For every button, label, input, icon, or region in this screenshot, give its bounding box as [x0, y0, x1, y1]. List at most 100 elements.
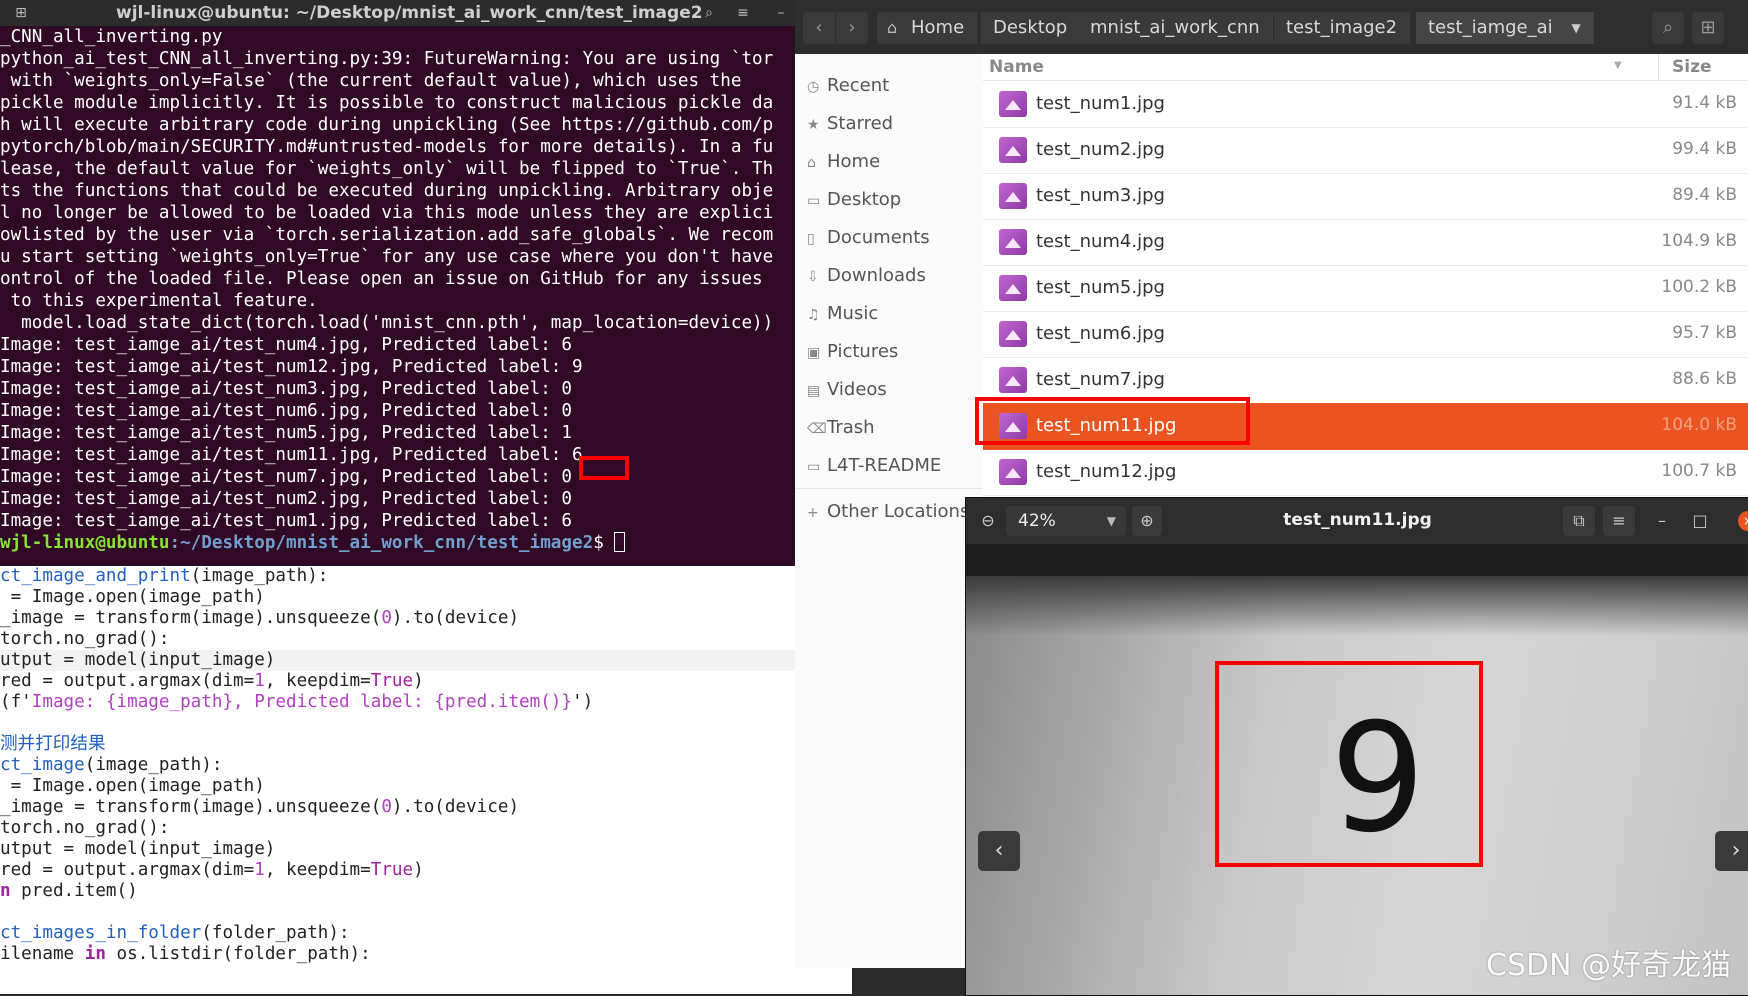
- terminal-line: u start setting `weights_only=True` for …: [0, 247, 774, 267]
- viewed-image: 9 ‹ ›: [966, 576, 1748, 995]
- terminal-window[interactable]: ⊞ wjl-linux@ubuntu: ~/Desktop/mnist_ai_w…: [0, 0, 795, 566]
- image-file-icon: [999, 137, 1027, 163]
- sidebar-item-desktop[interactable]: ▭ Desktop: [807, 184, 901, 216]
- plus-icon: +: [807, 505, 819, 521]
- sidebar-item-music[interactable]: ♫ Music: [807, 298, 878, 330]
- previous-image-button[interactable]: ‹: [978, 831, 1020, 871]
- image-file-icon: [999, 459, 1027, 485]
- sidebar-item-recent[interactable]: ◷ Recent: [807, 70, 889, 102]
- trash-icon: ⌫: [807, 421, 827, 437]
- file-name: test_num6.jpg: [1036, 323, 1165, 344]
- file-list[interactable]: Name ▼ Size test_num1.jpg 91.4 kB test_num…: [983, 54, 1748, 554]
- file-size: 88.6 kB: [1672, 369, 1737, 389]
- breadcrumb-mnist[interactable]: mnist_ai_work_cnn: [1078, 12, 1273, 44]
- sidebar-item-l4t-readme[interactable]: ▭ L4T-README: [807, 450, 941, 482]
- list-header: Name ▼ Size: [983, 54, 1748, 81]
- terminal-line: pytorch/blob/main/SECURITY.md#untrusted-…: [0, 137, 774, 157]
- breadcrumb-test-image2[interactable]: test_image2: [1274, 12, 1411, 44]
- download-icon: ⇩: [807, 269, 819, 285]
- sidebar-item-documents[interactable]: ▯ Documents: [807, 222, 930, 254]
- fit-window-icon[interactable]: ⧉: [1563, 506, 1595, 536]
- file-row[interactable]: test_num3.jpg 89.4 kB: [983, 173, 1748, 220]
- terminal-line: Image: test_iamge_ai/test_num12.jpg, Pre…: [0, 357, 583, 377]
- desktop-icon: ▭: [807, 193, 821, 209]
- image-file-icon: [999, 367, 1027, 393]
- terminal-line: model.load_state_dict(torch.load('mnist_…: [0, 313, 774, 333]
- terminal-line: ts the functions that could be executed …: [0, 181, 774, 201]
- file-row[interactable]: test_num12.jpg 100.7 kB: [983, 449, 1748, 496]
- breadcrumb-test-iamge-ai[interactable]: test_iamge_ai ▼: [1416, 12, 1594, 44]
- terminal-line: Image: test_iamge_ai/test_num2.jpg, Pred…: [0, 489, 572, 509]
- search-icon[interactable]: ⌕: [1652, 12, 1684, 44]
- terminal-line: ontrol of the loaded file. Please open a…: [0, 269, 774, 289]
- terminal-line: Image: test_iamge_ai/test_num11.jpg, Pre…: [0, 445, 583, 465]
- terminal-prompt[interactable]: wjl-linux@ubuntu:~/Desktop/mnist_ai_work…: [0, 532, 795, 554]
- view-grid-icon[interactable]: ⊞: [1692, 12, 1724, 44]
- file-size: 104.0 kB: [1661, 415, 1737, 435]
- video-icon: ▤: [807, 383, 821, 399]
- terminal-line: lease, the default value for `weights_on…: [0, 159, 774, 179]
- back-icon[interactable]: ‹: [803, 12, 835, 44]
- minimize-icon[interactable]: –: [768, 2, 794, 24]
- file-name: test_num12.jpg: [1036, 461, 1177, 482]
- code-line: ct_image_and_print(image_path):: [0, 566, 329, 586]
- code-line: ct_image(image_path):: [0, 755, 223, 775]
- terminal-line: _CNN_all_inverting.py: [0, 27, 223, 47]
- code-line-current: utput = model(input_image): [0, 650, 852, 671]
- sort-arrow-icon: ▼: [1614, 60, 1622, 71]
- sidebar-item-home[interactable]: ⌂ Home: [807, 146, 880, 178]
- code-line: _image = transform(image).unsqueeze(0).t…: [0, 608, 520, 628]
- image-file-icon: [999, 183, 1027, 209]
- selection-highlight-box: [975, 397, 1250, 445]
- code-line: utput = model(input_image): [0, 839, 276, 859]
- code-line: red = output.argmax(dim=1, keepdim=True): [0, 860, 424, 880]
- places-sidebar: ◷ Recent ★ Starred ⌂ Home ▭ Desktop ▯ Documen…: [795, 54, 984, 968]
- file-name: test_num2.jpg: [1036, 139, 1165, 160]
- file-row[interactable]: test_num4.jpg 104.9 kB: [983, 219, 1748, 266]
- terminal-output[interactable]: _CNN_all_inverting.py python_ai_test_CNN…: [0, 26, 795, 566]
- column-size[interactable]: Size: [1672, 57, 1712, 77]
- minimize-icon[interactable]: –: [1651, 506, 1673, 536]
- breadcrumb-home[interactable]: ⌂ Home: [877, 12, 978, 44]
- maximize-icon[interactable]: □: [1689, 506, 1711, 536]
- file-row[interactable]: test_num5.jpg 100.2 kB: [983, 265, 1748, 312]
- sidebar-item-trash[interactable]: ⌫Trash: [807, 412, 875, 444]
- sidebar-item-pictures[interactable]: ▣ Pictures: [807, 336, 898, 368]
- code-editor[interactable]: ct_image_and_print(image_path): = Image.…: [0, 566, 852, 994]
- file-manager-header: ‹ › ⌂ Home Desktop mnist_ai_work_cnn test…: [795, 0, 1748, 54]
- new-tab-icon[interactable]: ⊞: [8, 2, 34, 24]
- code-line: n pred.item(): [0, 881, 138, 901]
- sidebar-divider: [795, 488, 983, 489]
- terminal-line: Image: test_iamge_ai/test_num4.jpg, Pred…: [0, 335, 572, 355]
- sidebar-item-videos[interactable]: ▤ Videos: [807, 374, 887, 406]
- code-line: = Image.open(image_path): [0, 587, 265, 607]
- terminal-line: Image: test_iamge_ai/test_num3.jpg, Pred…: [0, 379, 572, 399]
- home-icon: ⌂: [807, 155, 816, 171]
- search-icon[interactable]: ⌕: [696, 2, 722, 24]
- sidebar-item-starred[interactable]: ★ Starred: [807, 108, 893, 140]
- file-size: 104.9 kB: [1661, 231, 1737, 251]
- next-image-button[interactable]: ›: [1715, 831, 1748, 871]
- sidebar-item-other-locations[interactable]: + Other Locations: [807, 496, 969, 528]
- code-line: ct_images_in_folder(folder_path):: [0, 923, 350, 943]
- image-file-icon: [999, 275, 1027, 301]
- file-size: 91.4 kB: [1672, 93, 1737, 113]
- menu-icon[interactable]: ≡: [730, 2, 756, 24]
- file-row[interactable]: test_num1.jpg 91.4 kB: [983, 81, 1748, 128]
- editor-text[interactable]: ct_image_and_print(image_path): = Image.…: [0, 566, 852, 965]
- terminal-line: with `weights_only=False` (the current d…: [0, 71, 753, 91]
- file-row[interactable]: test_num6.jpg 95.7 kB: [983, 311, 1748, 358]
- terminal-line: pickle module implicitly. It is possible…: [0, 93, 774, 113]
- forward-icon[interactable]: ›: [836, 12, 868, 44]
- menu-icon[interactable]: ≡: [1603, 506, 1635, 536]
- terminal-titlebar: ⊞ wjl-linux@ubuntu: ~/Desktop/mnist_ai_w…: [0, 0, 795, 26]
- terminal-line: to this experimental feature.: [0, 291, 318, 311]
- document-icon: ▯: [807, 231, 815, 247]
- file-row[interactable]: test_num2.jpg 99.4 kB: [983, 127, 1748, 174]
- sidebar-item-downloads[interactable]: ⇩ Downloads: [807, 260, 926, 292]
- column-name[interactable]: Name: [989, 57, 1044, 77]
- code-line: torch.no_grad():: [0, 629, 170, 649]
- image-viewer-window[interactable]: ⊖ 42% ▼ ⊕ test_num11.jpg ⧉ ≡ – □ × 9 ‹ ›: [965, 497, 1748, 996]
- breadcrumb-desktop[interactable]: Desktop: [981, 12, 1081, 44]
